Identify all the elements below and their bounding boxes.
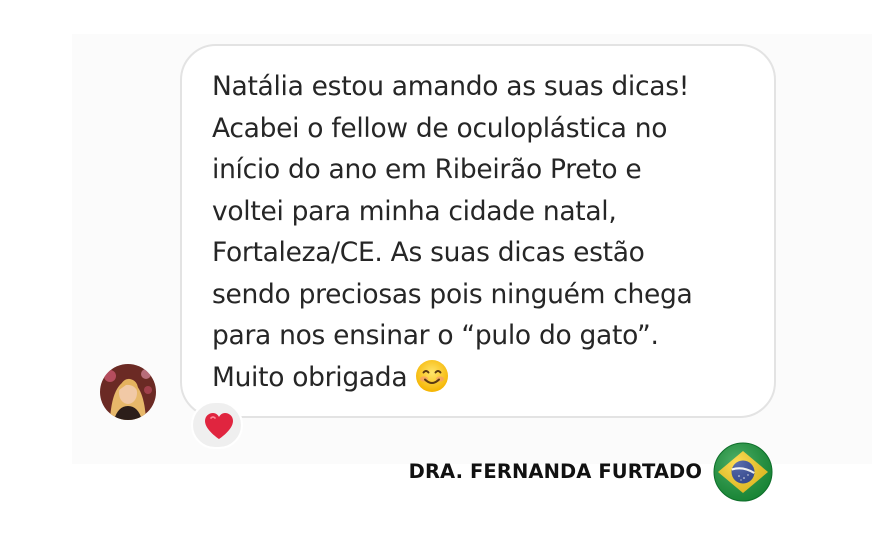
sender-name: DRA. FERNANDA FURTADO: [408, 460, 702, 483]
reaction-badge[interactable]: [191, 401, 243, 449]
message-line: voltei para minha cidade natal,: [212, 195, 617, 227]
smiling-face-icon: [415, 359, 449, 393]
avatar[interactable]: [100, 364, 156, 420]
message-line: para nos ensinar o “pulo do gato”.: [212, 320, 659, 351]
heart-icon: [205, 413, 233, 439]
brazil-flag-icon: [713, 442, 773, 502]
message-line-last: Muito obrigada: [212, 357, 744, 399]
message-bubble[interactable]: Natália estou amando as suas dicas! Acab…: [180, 44, 776, 418]
message-line: sendo preciosas pois ninguém chega: [212, 278, 693, 310]
message-line-text: Muito obrigada: [212, 361, 408, 393]
message-line: Acabei o fellow de oculoplástica no: [212, 112, 668, 144]
message-line: início do ano em Ribeirão Preto e: [212, 154, 642, 185]
message-line: Natália estou amando as suas dicas!: [212, 71, 690, 102]
message-line: Fortaleza/CE. As suas dicas estão: [212, 237, 645, 268]
